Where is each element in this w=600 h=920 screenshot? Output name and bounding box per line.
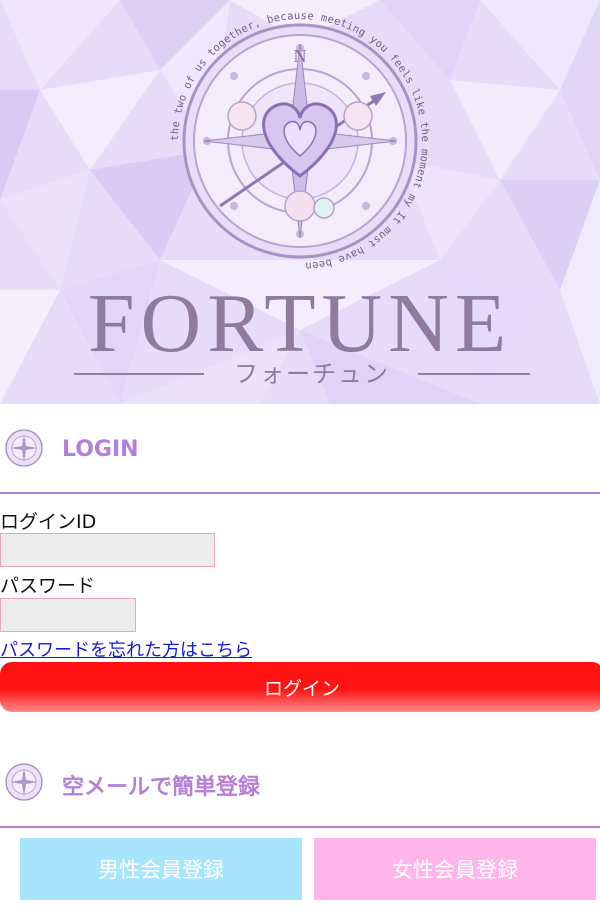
subtitle-rule-right xyxy=(418,373,530,375)
hero-banner: N the two of us together, because meetin… xyxy=(0,0,600,404)
male-register-button[interactable]: 男性会員登録 xyxy=(20,838,302,900)
login-id-input[interactable] xyxy=(0,533,215,567)
login-section-title: LOGIN xyxy=(62,437,139,462)
mini-emblem-icon xyxy=(5,429,43,467)
login-button[interactable]: ログイン xyxy=(0,662,600,712)
password-label: パスワード xyxy=(0,575,96,597)
register-section-title: 空メールで簡単登録 xyxy=(62,775,261,800)
female-register-button[interactable]: 女性会員登録 xyxy=(314,838,596,900)
password-input[interactable] xyxy=(0,598,136,632)
svg-text:N: N xyxy=(294,46,307,66)
forgot-password-link[interactable]: パスワードを忘れた方はこちら xyxy=(0,636,252,662)
brand-kana: フォーチュン xyxy=(234,360,390,388)
login-id-label: ログインID xyxy=(0,511,97,533)
brand-subtitle: フォーチュン xyxy=(74,354,530,390)
subtitle-rule-left xyxy=(74,373,204,375)
mini-emblem-icon xyxy=(5,763,43,801)
register-section-header: 空メールで簡単登録 xyxy=(0,738,600,828)
login-section-header: LOGIN xyxy=(0,404,600,494)
compass-emblem: N the two of us together, because meetin… xyxy=(150,6,431,272)
